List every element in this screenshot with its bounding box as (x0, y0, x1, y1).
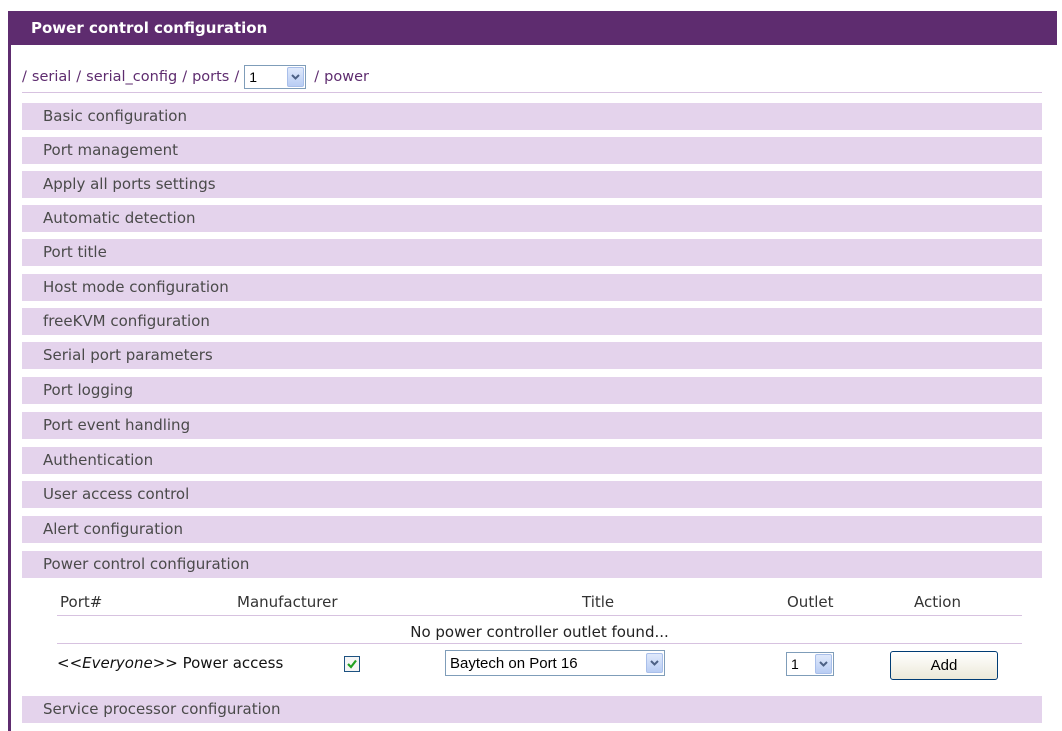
breadcrumb-serial-config[interactable]: serial_config (86, 69, 177, 85)
checkmark-icon (347, 659, 357, 669)
breadcrumb-separator: / (22, 68, 27, 85)
section-basic-configuration[interactable]: Basic configuration (22, 103, 1042, 130)
column-header-outlet: Outlet (787, 593, 834, 611)
section-port-title[interactable]: Port title (22, 239, 1042, 266)
add-button[interactable]: Add (890, 651, 998, 680)
section-host-mode-configuration[interactable]: Host mode configuration (22, 274, 1042, 301)
breadcrumb-separator: / (182, 68, 188, 85)
power-access-text: Power access (182, 654, 284, 672)
outlet-select-value: 1 (791, 656, 799, 672)
breadcrumb-separator: / (76, 68, 82, 85)
breadcrumb-ports[interactable]: ports (192, 69, 229, 85)
outlet-table-header: Port# Manufacturer Title Outlet Action (57, 590, 1022, 616)
power-access-checkbox[interactable] (344, 656, 360, 672)
section-port-logging[interactable]: Port logging (22, 377, 1042, 404)
breadcrumb-serial[interactable]: serial (32, 69, 71, 85)
group-suffix: >> (152, 654, 178, 672)
section-port-event-handling[interactable]: Port event handling (22, 412, 1042, 439)
power-access-row: <<Everyone>> Power access Baytech on Por… (57, 646, 1022, 684)
section-alert-configuration[interactable]: Alert configuration (22, 516, 1042, 543)
port-select-value: 1 (249, 68, 258, 85)
chevron-down-icon[interactable] (287, 66, 305, 87)
column-header-port: Port# (60, 593, 103, 611)
title-select-value: Baytech on Port 16 (450, 654, 578, 672)
outlet-select[interactable]: 1 (786, 652, 834, 676)
section-automatic-detection[interactable]: Automatic detection (22, 205, 1042, 232)
section-serial-port-parameters[interactable]: Serial port parameters (22, 342, 1042, 369)
column-header-title: Title (582, 593, 615, 611)
group-prefix: << (57, 654, 83, 672)
title-select[interactable]: Baytech on Port 16 (445, 650, 665, 676)
breadcrumb-separator: / (234, 68, 240, 85)
breadcrumb: / serial / serial_config / ports / 1 / p… (22, 61, 1042, 93)
section-power-control-configuration[interactable]: Power control configuration (22, 551, 1042, 578)
section-freekvm-configuration[interactable]: freeKVM configuration (22, 308, 1042, 335)
column-header-manufacturer: Manufacturer (237, 593, 338, 611)
breadcrumb-separator: / (314, 68, 320, 85)
column-header-action: Action (914, 593, 961, 611)
chevron-down-icon[interactable] (646, 653, 663, 673)
section-authentication[interactable]: Authentication (22, 447, 1042, 474)
section-service-processor-configuration[interactable]: Service processor configuration (22, 696, 1042, 723)
group-name: Everyone (82, 654, 153, 672)
power-access-label: <<Everyone>> Power access (57, 654, 283, 672)
port-select[interactable]: 1 (244, 64, 307, 89)
section-apply-all-ports-settings[interactable]: Apply all ports settings (22, 171, 1042, 198)
section-user-access-control[interactable]: User access control (22, 481, 1042, 508)
empty-table-message: No power controller outlet found... (57, 617, 1022, 644)
section-port-management[interactable]: Port management (22, 137, 1042, 164)
chevron-down-icon[interactable] (815, 654, 832, 674)
page-title: Power control configuration (8, 11, 1057, 45)
breadcrumb-power[interactable]: power (324, 69, 369, 85)
